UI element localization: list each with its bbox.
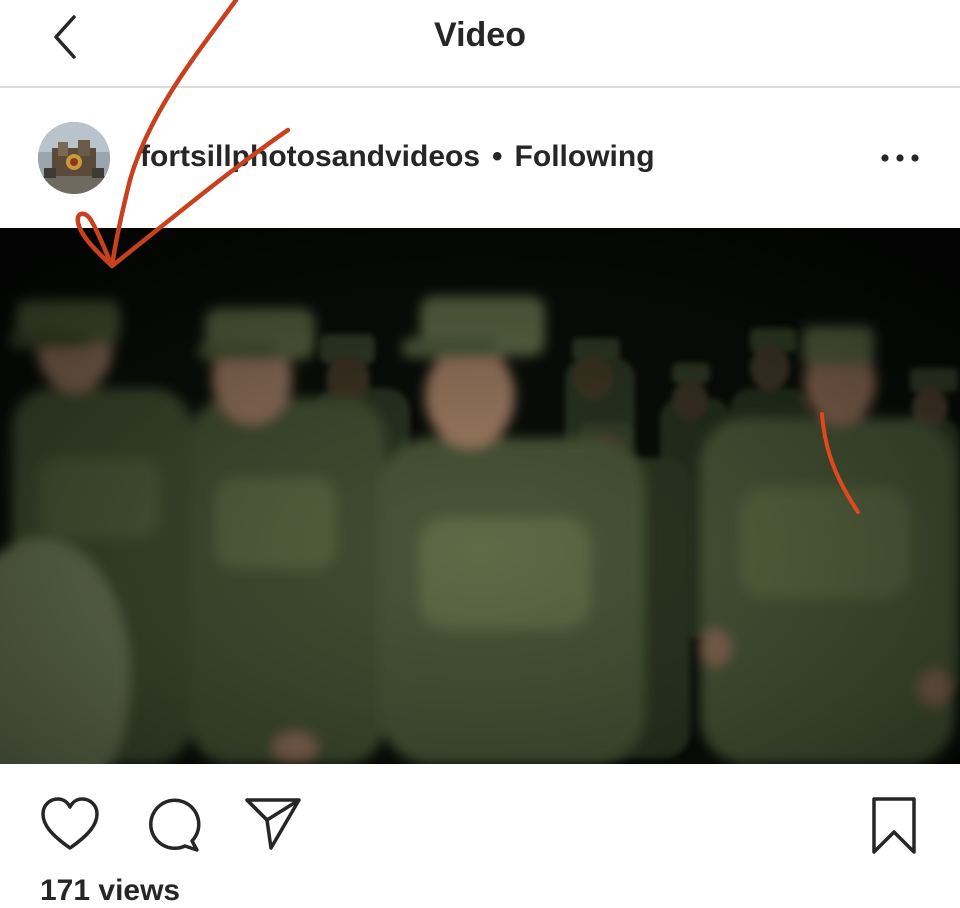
- send-icon: [245, 798, 301, 850]
- video-player[interactable]: [0, 228, 960, 764]
- like-button[interactable]: [40, 796, 100, 856]
- video-frame: [0, 228, 960, 764]
- share-button[interactable]: [243, 796, 303, 856]
- comment-icon: [149, 798, 201, 852]
- more-options-button[interactable]: [878, 148, 922, 168]
- comment-button[interactable]: [145, 796, 205, 856]
- bookmark-icon: [872, 797, 916, 854]
- following-button[interactable]: Following: [515, 140, 655, 173]
- page-title: Video: [434, 16, 526, 54]
- post-actions-bar: [0, 764, 960, 888]
- username-row: fortsillphotosandvideos • Following: [140, 140, 655, 174]
- save-button[interactable]: [864, 796, 924, 856]
- separator-dot: •: [492, 140, 503, 173]
- views-count: 171 views: [40, 874, 181, 907]
- avatar[interactable]: [38, 122, 110, 194]
- post-header: fortsillphotosandvideos • Following: [0, 88, 960, 228]
- heart-icon: [41, 797, 99, 850]
- profile-photo: [38, 122, 110, 194]
- username-link[interactable]: fortsillphotosandvideos: [140, 140, 480, 173]
- more-horizontal-icon: [881, 154, 919, 162]
- top-navigation-bar: Video: [0, 0, 960, 88]
